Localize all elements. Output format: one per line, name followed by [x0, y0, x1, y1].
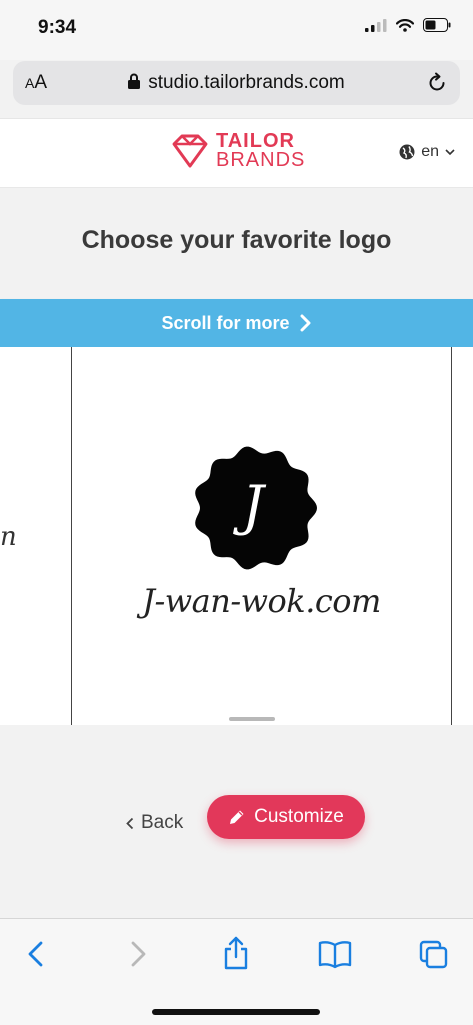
bookmarks-icon[interactable] — [318, 939, 352, 969]
scroll-label: Scroll for more — [161, 312, 290, 333]
site-header: TAILOR BRANDS en — [0, 118, 473, 188]
lock-icon — [128, 73, 141, 89]
customize-label: Customize — [254, 806, 344, 827]
logo-card[interactable]: J J-wan-wok.com — [71, 347, 452, 725]
forward-arrow-icon[interactable] — [128, 939, 148, 969]
tailor-brands-logo[interactable]: TAILOR BRANDS — [170, 131, 305, 171]
globe-icon — [399, 144, 415, 160]
previous-logo-peek[interactable]: n — [0, 522, 17, 552]
status-icons — [365, 18, 451, 32]
brand-mark-icon — [172, 134, 208, 168]
back-label: Back — [141, 812, 184, 833]
reload-icon[interactable] — [426, 72, 448, 94]
status-bar: 9:34 — [0, 0, 473, 60]
home-indicator — [152, 1009, 320, 1015]
customize-button[interactable]: Customize — [207, 795, 365, 839]
drag-handle[interactable] — [229, 717, 275, 721]
back-arrow-icon[interactable] — [26, 939, 46, 969]
back-button[interactable]: Back — [126, 812, 183, 834]
share-icon[interactable] — [222, 935, 250, 971]
brand-line-2: BRANDS — [216, 149, 306, 171]
chevron-down-icon — [445, 148, 455, 155]
battery-icon — [423, 18, 451, 32]
badge-seal-icon: J — [195, 446, 317, 570]
language-selector[interactable]: en — [399, 143, 455, 161]
logo-brand-name: J-wan-wok.com — [142, 582, 381, 620]
url-bar[interactable]: AA studio.tailorbrands.com — [13, 61, 460, 105]
wifi-icon — [396, 18, 414, 32]
status-time: 9:34 — [38, 17, 77, 38]
pencil-icon — [230, 810, 244, 824]
language-label: en — [421, 143, 439, 160]
logo-carousel[interactable]: J J-wan-wok.com — [0, 347, 473, 725]
cellular-signal-icon — [365, 18, 387, 32]
chevron-left-icon — [126, 817, 134, 829]
scroll-for-more-banner[interactable]: Scroll for more — [0, 299, 473, 347]
address-field[interactable]: studio.tailorbrands.com — [13, 72, 460, 94]
chevron-right-icon — [300, 314, 311, 332]
page-title: Choose your favorite logo — [81, 226, 392, 254]
browser-toolbar — [0, 918, 473, 1025]
url-text: studio.tailorbrands.com — [148, 72, 345, 93]
tabs-icon[interactable] — [418, 939, 450, 971]
